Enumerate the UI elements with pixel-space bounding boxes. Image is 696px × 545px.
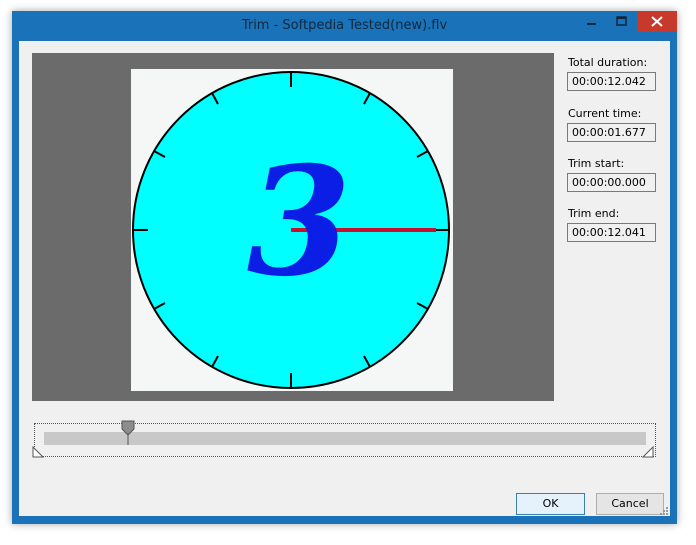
current-time-field[interactable]: 00:00:01.677	[567, 123, 656, 142]
cancel-button[interactable]: Cancel	[596, 493, 664, 515]
minimize-button[interactable]	[578, 11, 605, 32]
maximize-icon	[616, 16, 627, 26]
total-duration-label: Total duration:	[568, 56, 648, 69]
video-frame: 3	[131, 69, 453, 391]
current-time-label: Current time:	[568, 107, 642, 120]
close-icon	[651, 16, 663, 27]
trim-start-field[interactable]: 00:00:00.000	[567, 173, 656, 192]
trim-end-field[interactable]: 00:00:12.041	[567, 223, 656, 242]
ok-button[interactable]: OK	[516, 493, 585, 515]
title-bar[interactable]: Trim - Softpedia Tested(new).flv	[12, 11, 677, 41]
trim-start-label: Trim start:	[568, 157, 625, 170]
minimize-icon	[587, 23, 596, 25]
trim-dialog: Trim - Softpedia Tested(new).flv 3 Total…	[12, 11, 677, 524]
dialog-client-area: 3 Total duration: 00:00:12.042 Current t…	[19, 41, 670, 516]
trim-end-label: Trim end:	[568, 207, 620, 220]
position-thumb[interactable]	[121, 420, 135, 446]
maximize-button[interactable]	[608, 11, 635, 32]
resize-grip-icon[interactable]	[659, 506, 669, 516]
clock-face-image: 3	[132, 71, 450, 389]
timeline-slider[interactable]	[32, 420, 656, 458]
trim-end-marker[interactable]	[642, 446, 654, 458]
total-duration-field[interactable]: 00:00:12.042	[567, 72, 656, 91]
close-button[interactable]	[637, 11, 677, 32]
video-preview: 3	[32, 53, 554, 401]
trim-start-marker[interactable]	[32, 446, 44, 458]
clock-number: 3	[247, 134, 351, 310]
